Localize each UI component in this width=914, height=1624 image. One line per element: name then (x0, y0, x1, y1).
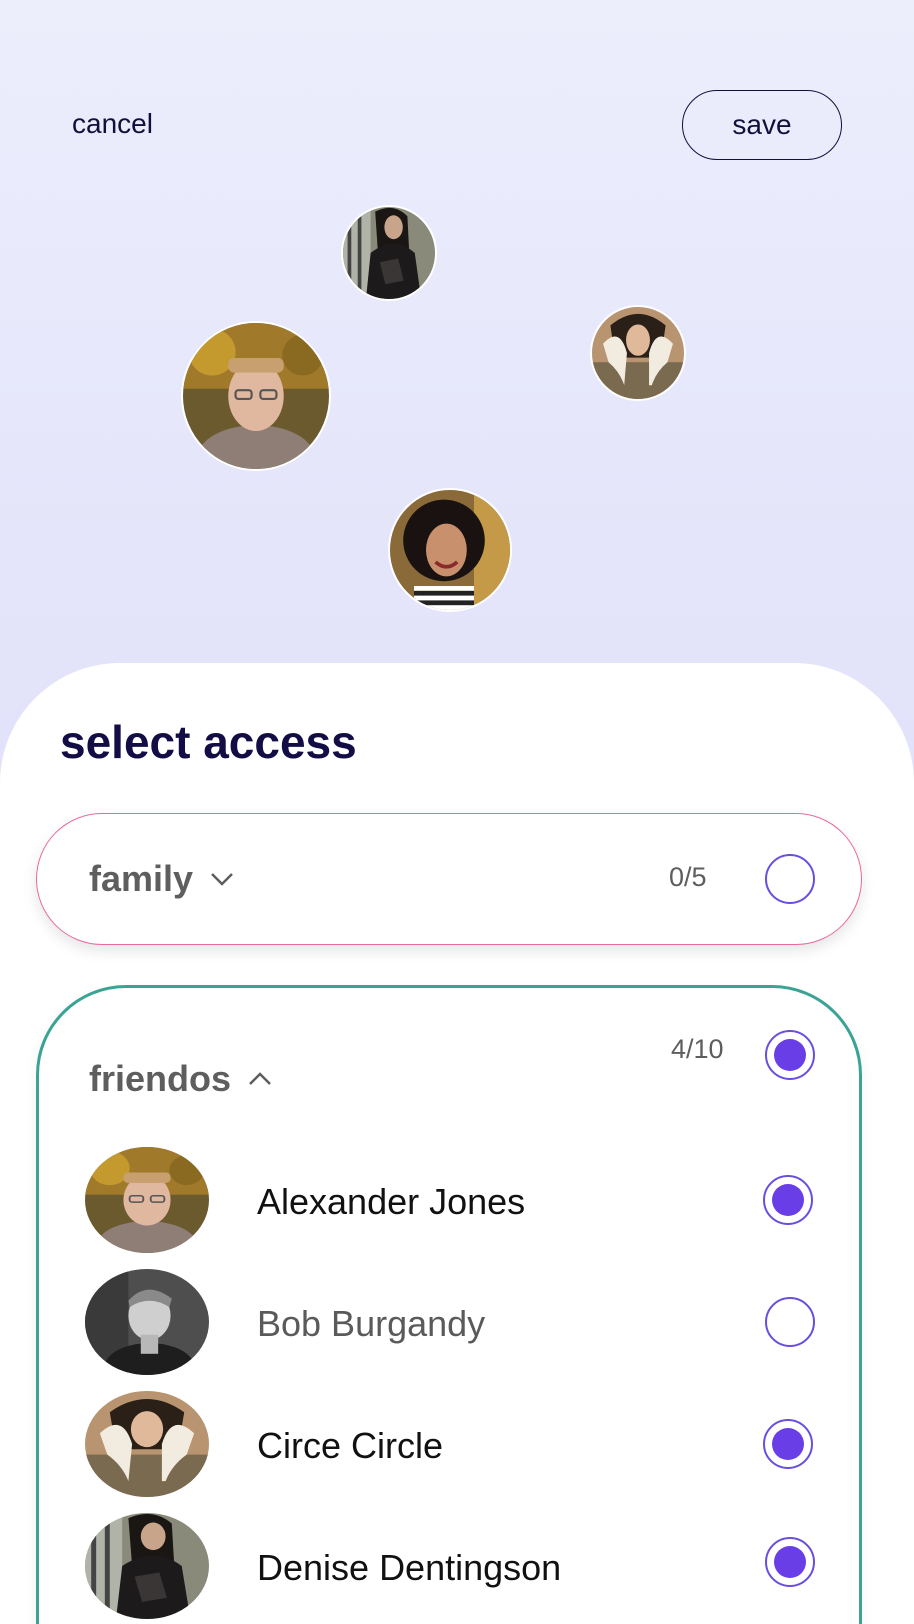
avatar-image (183, 323, 329, 469)
avatar (85, 1391, 209, 1497)
group-name: friendos (89, 1058, 232, 1099)
avatar (85, 1147, 209, 1253)
avatar-bubble (590, 305, 686, 401)
chevron-up-icon (249, 1072, 271, 1085)
avatar-bubble (388, 488, 512, 612)
save-button[interactable]: save (682, 90, 842, 160)
group-card-friendos: friendos 4/10 Alexander Jones Bob Burgan… (36, 985, 862, 1624)
group-card-family[interactable]: family 0/5 (36, 813, 862, 945)
member-name: Alexander Jones (257, 1181, 526, 1222)
access-sheet: select access family 0/5 friendos 4/10 A… (0, 663, 914, 1624)
group-count: 4/10 (671, 1034, 724, 1064)
avatar-bubble (341, 205, 437, 301)
avatar-image (343, 207, 435, 299)
group-count: 0/5 (669, 862, 707, 892)
member-name: Circe Circle (257, 1425, 444, 1466)
avatar (85, 1513, 209, 1619)
avatar-image (592, 307, 684, 399)
avatar-image (85, 1513, 209, 1619)
group-header[interactable]: friendos (89, 1058, 275, 1100)
member-row[interactable]: Alexander Jones (39, 1147, 859, 1257)
avatar-image (390, 490, 510, 610)
avatar-image (85, 1269, 209, 1375)
group-header[interactable]: family (89, 858, 237, 900)
avatar (85, 1269, 209, 1375)
sheet-title: select access (60, 716, 357, 768)
cancel-button[interactable]: cancel (72, 108, 153, 140)
member-row[interactable]: Denise Dentingson (39, 1513, 859, 1623)
group-name: family (89, 858, 194, 899)
group-select-radio[interactable] (765, 1030, 815, 1080)
member-select-radio[interactable] (763, 1175, 813, 1225)
avatar-bubble (181, 321, 331, 471)
avatar-image (85, 1391, 209, 1497)
member-name: Bob Burgandy (257, 1303, 486, 1344)
group-select-radio[interactable] (765, 854, 815, 904)
member-row[interactable]: Circe Circle (39, 1391, 859, 1501)
member-select-radio[interactable] (765, 1297, 815, 1347)
member-select-radio[interactable] (763, 1419, 813, 1469)
chevron-down-icon (211, 873, 233, 886)
top-bar: cancel save (0, 0, 914, 200)
avatar-image (85, 1147, 209, 1253)
member-name: Denise Dentingson (257, 1547, 562, 1588)
member-select-radio[interactable] (765, 1537, 815, 1587)
member-row[interactable]: Bob Burgandy (39, 1269, 859, 1379)
